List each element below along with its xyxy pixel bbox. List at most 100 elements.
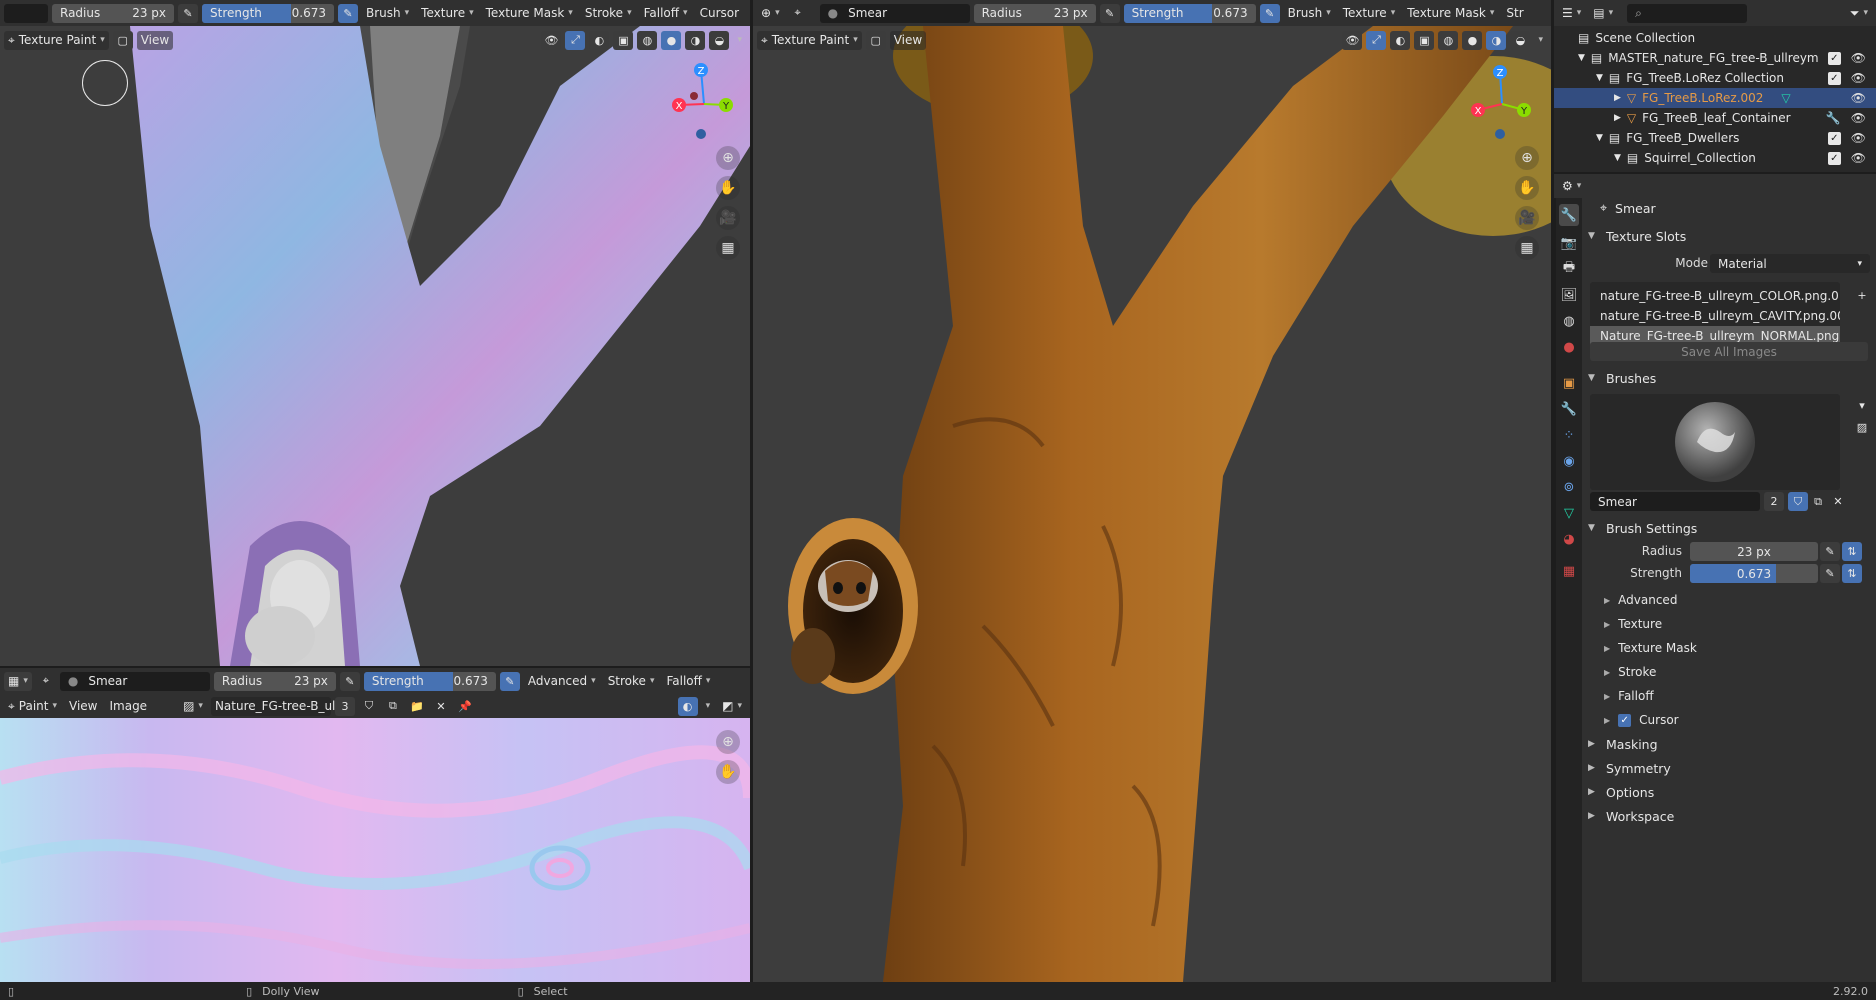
main-view-menu[interactable]: View	[889, 30, 927, 50]
main-viewport[interactable]	[753, 26, 1551, 982]
bs-radius-pressure-icon[interactable]: ✎	[1820, 542, 1840, 561]
left-header-blank-field[interactable]	[4, 3, 48, 23]
panel-options[interactable]: ▶ Options	[1588, 782, 1868, 802]
image-editor-canvas[interactable]	[0, 718, 750, 982]
outliner-item-squirrel-collection[interactable]: ▼ ▤ Squirrel_Collection ✓ 👁	[1554, 148, 1876, 168]
brush-menu-chevron-icon[interactable]: ▾	[1852, 396, 1872, 415]
ie-strength-pressure-icon[interactable]: ✎	[499, 671, 520, 691]
brush-preview[interactable]	[1590, 394, 1840, 490]
texture-slots-header[interactable]: ▼ Texture Slots	[1588, 226, 1868, 246]
ie-menu-falloff[interactable]: Falloff ▾	[662, 672, 714, 691]
render-tab-icon[interactable]: 📷	[1559, 232, 1579, 254]
main-strength-field[interactable]: Strength 0.673	[1123, 3, 1256, 23]
left-radius-pressure-icon[interactable]: ✎	[178, 3, 198, 23]
main-gizmo-icon[interactable]: ⤢	[1366, 30, 1387, 50]
main-radius-pressure-icon[interactable]: ✎	[1099, 3, 1120, 23]
editor-type-icon[interactable]: ▦ ▾	[4, 671, 32, 691]
eye-icon[interactable]: 👁	[1851, 131, 1866, 145]
brushes-header[interactable]: ▼ Brushes	[1588, 368, 1868, 388]
brush-users-count[interactable]: 2	[1764, 492, 1784, 511]
pin-icon[interactable]: 📌	[455, 697, 475, 716]
main-mode-dropdown[interactable]: ⌖ Texture Paint ▾	[757, 30, 862, 50]
bs-strength-field[interactable]: 0.673	[1690, 564, 1818, 583]
main-xray-icon[interactable]: ▣	[1414, 30, 1435, 50]
tool-tab-icon[interactable]: 🔧	[1559, 204, 1579, 226]
main-pan-hand-icon[interactable]: ✋	[1515, 176, 1539, 200]
brush-settings-header[interactable]: ▼ Brush Settings	[1588, 518, 1868, 538]
bs-radius-unit-icon[interactable]: ⇅	[1842, 542, 1862, 561]
data-tab-icon[interactable]: ▽	[1559, 502, 1579, 524]
left-menu-stroke[interactable]: Stroke ▾	[581, 4, 636, 23]
ie-image-browse[interactable]: ▨ ▾	[179, 697, 207, 716]
left-menu-texture-mask[interactable]: Texture Mask ▾	[482, 4, 577, 23]
left-menu-brush[interactable]: Brush ▾	[362, 4, 413, 23]
left-axis-gizmo[interactable]: Z X Y	[666, 60, 742, 142]
main-wireframe-shading-icon[interactable]: ◍	[1438, 30, 1459, 50]
ie-image-menu[interactable]: Image	[105, 697, 151, 716]
main-menu-texture-mask[interactable]: Texture Mask ▾	[1403, 4, 1498, 23]
outliner-item-leaf-container[interactable]: ▶ ▽ FG_TreeB_leaf_Container 🔧 👁	[1554, 108, 1876, 128]
left-menu-falloff[interactable]: Falloff ▾	[640, 4, 692, 23]
panel-masking[interactable]: ▶ Masking	[1588, 734, 1868, 754]
main-paint-tool-icon[interactable]: ⌖	[788, 4, 808, 23]
eye-icon[interactable]: 👁	[1851, 151, 1866, 165]
ie-mode-dropdown[interactable]: ⌖ Paint ▾	[4, 697, 61, 716]
output-tab-icon[interactable]: 🖶	[1559, 258, 1579, 280]
main-mask-toggle-icon[interactable]: ▢	[865, 30, 886, 50]
folder-icon[interactable]: 📁	[407, 697, 427, 716]
world-tab-icon[interactable]: ●	[1559, 336, 1579, 358]
bs-radius-field[interactable]: 23 px	[1690, 542, 1818, 561]
ie-radius-pressure-icon[interactable]: ✎	[339, 671, 360, 691]
close-icon[interactable]: ✕	[431, 697, 451, 716]
eye-icon[interactable]: 👁	[1851, 91, 1866, 105]
texture-tab-icon[interactable]: ▦	[1559, 560, 1579, 582]
object-tab-icon[interactable]: ▣	[1559, 372, 1579, 394]
left-camera-icon[interactable]: 🎥	[716, 206, 740, 230]
ie-menu-stroke[interactable]: Stroke ▾	[604, 672, 659, 691]
bs-strength-unit-icon[interactable]: ⇅	[1842, 564, 1862, 583]
main-camera-icon[interactable]: 🎥	[1515, 206, 1539, 230]
main-solid-shading-icon[interactable]: ●	[1462, 30, 1483, 50]
mode-dropdown[interactable]: Material ▾	[1710, 254, 1870, 273]
checkbox-icon[interactable]: ✓	[1827, 151, 1841, 165]
outliner-display-mode[interactable]: ▤ ▾	[1589, 4, 1617, 23]
checkbox-icon[interactable]: ✓	[1827, 51, 1841, 65]
main-visibility-icon[interactable]: 👁	[1342, 30, 1363, 50]
subpanel-falloff[interactable]: ▶ Falloff	[1604, 686, 1654, 706]
paint-tool-icon[interactable]: ⌖	[36, 672, 56, 691]
left-viewport[interactable]	[0, 26, 750, 666]
main-grid-ortho-icon[interactable]: ▦	[1515, 236, 1539, 260]
left-overlay-icon[interactable]: ◐	[589, 30, 610, 50]
left-xray-icon[interactable]: ▣	[613, 30, 634, 50]
main-radius-field[interactable]: Radius 23 px	[973, 3, 1096, 23]
subpanel-stroke[interactable]: ▶ Stroke	[1604, 662, 1656, 682]
left-strength-field[interactable]: Strength 0.673	[202, 3, 334, 23]
ie-users-count[interactable]: 3	[334, 696, 355, 716]
subpanel-texture-mask[interactable]: ▶ Texture Mask	[1604, 638, 1697, 658]
main-editor-type[interactable]: ⊕ ▾	[757, 4, 784, 23]
physics-tab-icon[interactable]: ◉	[1559, 450, 1579, 472]
duplicate-icon[interactable]: ⧉	[383, 697, 403, 716]
outliner-filter-icon[interactable]: ⏷ ▾	[1846, 4, 1872, 23]
eye-icon[interactable]: 👁	[1851, 51, 1866, 65]
ie-view-menu[interactable]: View	[65, 697, 101, 716]
main-zoom-icon[interactable]: ⊕	[1515, 146, 1539, 170]
outliner-item-lorez-collection[interactable]: ▼ ▤ FG_TreeB.LoRez Collection ✓ 👁	[1554, 68, 1876, 88]
left-material-shading-icon[interactable]: ◑	[685, 30, 706, 50]
cursor-checkbox[interactable]: ✓	[1618, 713, 1632, 727]
left-wireframe-shading-icon[interactable]: ◍	[637, 30, 658, 50]
scene-tab-icon[interactable]: ◍	[1559, 310, 1579, 332]
ie-overlay-icon[interactable]: ◐	[677, 696, 698, 716]
left-menu-texture[interactable]: Texture ▾	[417, 4, 477, 23]
subpanel-advanced[interactable]: ▶ Advanced	[1604, 590, 1677, 610]
particles-tab-icon[interactable]: ⁘	[1559, 424, 1579, 446]
left-shading-options[interactable]: ▾	[733, 31, 746, 50]
main-material-shading-icon[interactable]: ◑	[1486, 30, 1507, 50]
left-gizmo-icon[interactable]: ⤢	[565, 30, 586, 50]
panel-workspace[interactable]: ▶ Workspace	[1588, 806, 1868, 826]
outliner-item-scene-collection[interactable]: ▤ Scene Collection	[1554, 28, 1876, 48]
ie-image-name-field[interactable]: Nature_FG-tree-B_ul...	[210, 696, 347, 716]
checkbox-icon[interactable]: ✓	[1827, 71, 1841, 85]
main-shading-options[interactable]: ▾	[1534, 31, 1547, 50]
left-mode-dropdown[interactable]: ⌖ Texture Paint ▾	[4, 30, 109, 50]
